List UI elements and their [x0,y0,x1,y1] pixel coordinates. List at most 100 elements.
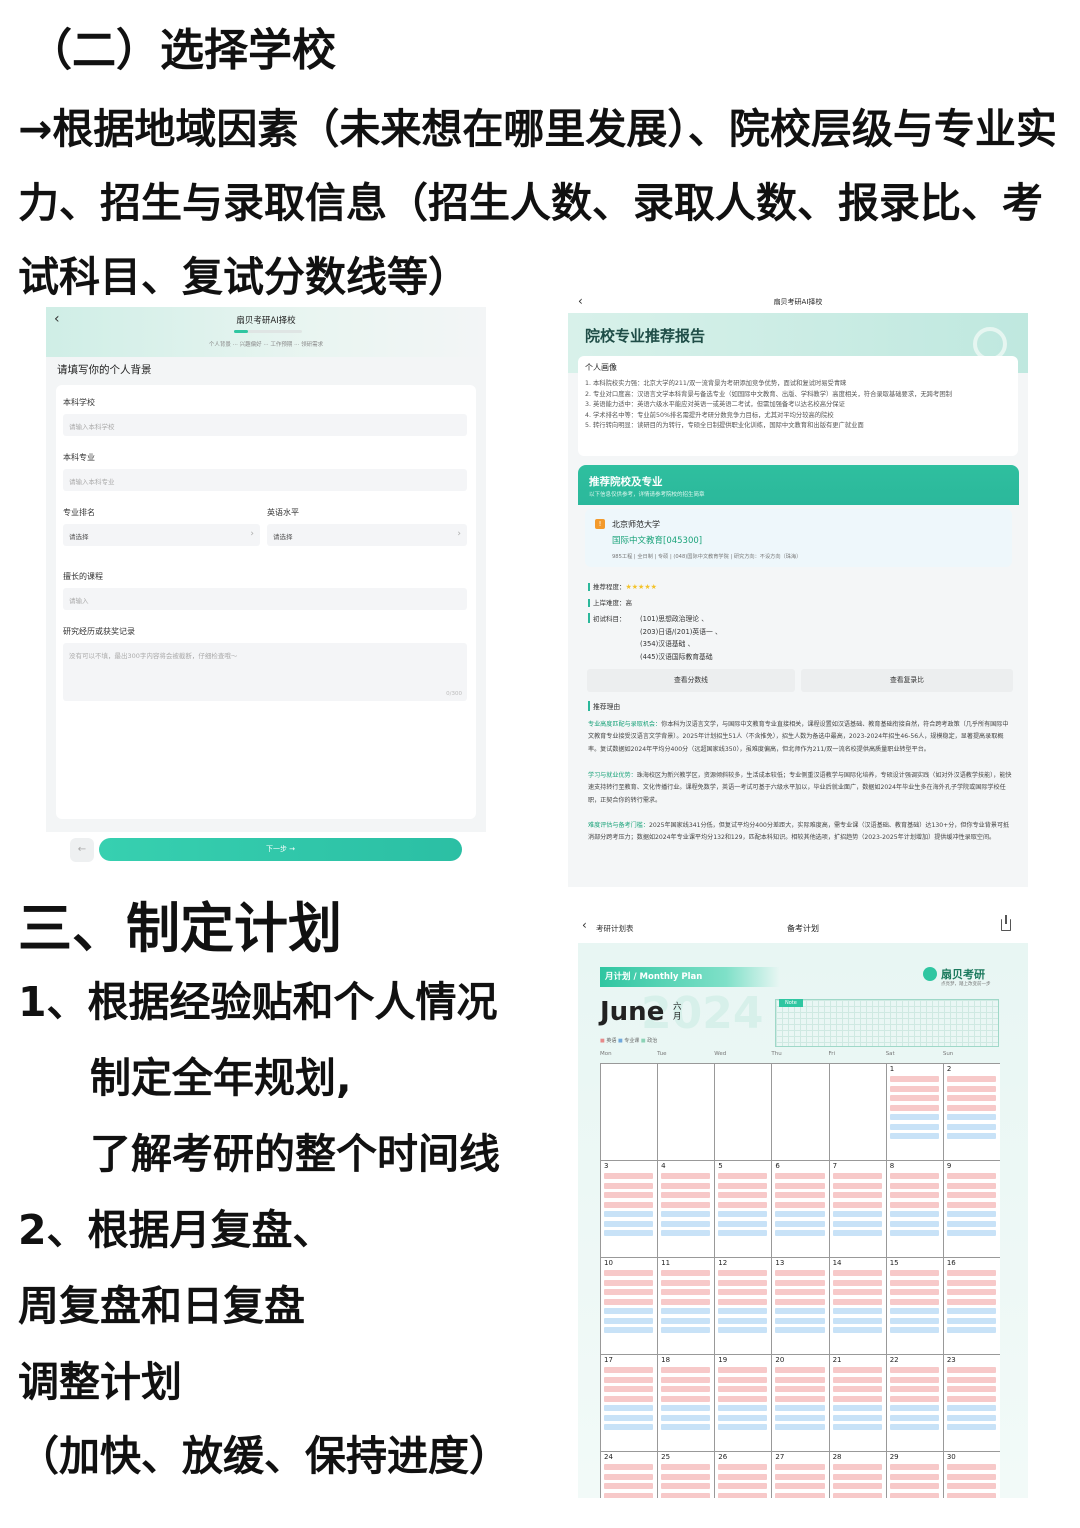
task-chip[interactable] [889,1308,939,1314]
task-chip[interactable] [946,1230,996,1236]
research-textarea[interactable]: 没有可以不填，最出300字内容将会被截断，仔细检查哦～ 0/300 [63,643,467,701]
task-chip[interactable] [718,1395,768,1402]
task-chip[interactable] [946,1095,996,1101]
view-ratio-button[interactable]: 查看复录比 [801,669,1013,692]
calendar-day-cell[interactable]: 21 [828,1354,886,1451]
task-chip[interactable] [661,1279,711,1286]
task-chip[interactable] [604,1279,654,1286]
task-chip[interactable] [718,1405,768,1411]
calendar-day-cell[interactable] [828,1063,886,1160]
task-chip[interactable] [775,1289,825,1295]
task-chip[interactable] [604,1473,654,1480]
task-chip[interactable] [889,1376,939,1383]
task-chip[interactable] [775,1414,825,1421]
task-chip[interactable] [889,1473,939,1480]
calendar-day-cell[interactable] [657,1063,715,1160]
task-chip[interactable] [889,1279,939,1286]
task-chip[interactable] [946,1298,996,1305]
task-chip[interactable] [832,1201,882,1208]
task-chip[interactable] [832,1192,882,1198]
task-chip[interactable] [718,1473,768,1480]
task-chip[interactable] [775,1230,825,1236]
task-chip[interactable] [889,1201,939,1208]
task-chip[interactable] [604,1327,654,1333]
task-chip[interactable] [775,1464,825,1470]
calendar-day-cell[interactable]: 13 [771,1257,829,1354]
share-icon[interactable] [1001,915,1011,931]
task-chip[interactable] [889,1211,939,1217]
task-chip[interactable] [661,1327,711,1333]
calendar-day-cell[interactable]: 4 [657,1160,715,1257]
task-chip[interactable] [946,1367,996,1373]
task-chip[interactable] [718,1464,768,1470]
task-chip[interactable] [946,1104,996,1111]
task-chip[interactable] [775,1173,825,1179]
task-chip[interactable] [661,1220,711,1227]
task-chip[interactable] [832,1327,882,1333]
task-chip[interactable] [775,1270,825,1276]
task-chip[interactable] [946,1376,996,1383]
calendar-day-cell[interactable]: 19 [714,1354,772,1451]
calendar-day-cell[interactable] [600,1063,658,1160]
task-chip[interactable] [832,1230,882,1236]
task-chip[interactable] [661,1317,711,1324]
calendar-day-cell[interactable]: 14 [828,1257,886,1354]
task-chip[interactable] [889,1076,939,1082]
task-chip[interactable] [889,1405,939,1411]
task-chip[interactable] [661,1308,711,1314]
task-chip[interactable] [832,1483,882,1489]
school-card[interactable]: ! 北京师范大学 国际中文教育[045300] 985工程 | 全日制 | 专硕… [585,509,1012,567]
task-chip[interactable] [946,1289,996,1295]
calendar-day-cell[interactable]: 7 [828,1160,886,1257]
task-chip[interactable] [604,1386,654,1392]
task-chip[interactable] [718,1424,768,1430]
calendar-day-cell[interactable]: 18 [657,1354,715,1451]
task-chip[interactable] [661,1405,711,1411]
task-chip[interactable] [946,1317,996,1324]
task-chip[interactable] [604,1464,654,1470]
task-chip[interactable] [604,1376,654,1383]
task-chip[interactable] [718,1220,768,1227]
task-chip[interactable] [661,1201,711,1208]
task-chip[interactable] [832,1405,882,1411]
task-chip[interactable] [775,1220,825,1227]
task-chip[interactable] [718,1230,768,1236]
task-chip[interactable] [832,1376,882,1383]
task-chip[interactable] [604,1414,654,1421]
task-chip[interactable] [775,1424,825,1430]
task-chip[interactable] [775,1473,825,1480]
task-chip[interactable] [604,1192,654,1198]
task-chip[interactable] [775,1298,825,1305]
task-chip[interactable] [775,1201,825,1208]
task-chip[interactable] [946,1483,996,1489]
task-chip[interactable] [604,1395,654,1402]
task-chip[interactable] [889,1464,939,1470]
calendar-day-cell[interactable]: 20 [771,1354,829,1451]
task-chip[interactable] [889,1424,939,1430]
task-chip[interactable] [775,1386,825,1392]
task-chip[interactable] [889,1492,939,1498]
calendar-day-cell[interactable]: 29 [885,1451,943,1498]
task-chip[interactable] [832,1308,882,1314]
task-chip[interactable] [604,1173,654,1179]
task-chip[interactable] [889,1317,939,1324]
calendar-day-cell[interactable]: 15 [885,1257,943,1354]
task-chip[interactable] [718,1192,768,1198]
task-chip[interactable] [946,1192,996,1198]
task-chip[interactable] [775,1376,825,1383]
task-chip[interactable] [946,1492,996,1498]
task-chip[interactable] [946,1173,996,1179]
task-chip[interactable] [661,1414,711,1421]
calendar-day-cell[interactable]: 11 [657,1257,715,1354]
task-chip[interactable] [604,1270,654,1276]
calendar-day-cell[interactable]: 1 [885,1063,943,1160]
task-chip[interactable] [604,1492,654,1498]
task-chip[interactable] [661,1192,711,1198]
task-chip[interactable] [661,1270,711,1276]
task-chip[interactable] [775,1192,825,1198]
task-chip[interactable] [889,1270,939,1276]
task-chip[interactable] [832,1211,882,1217]
task-chip[interactable] [946,1123,996,1130]
task-chip[interactable] [718,1270,768,1276]
task-chip[interactable] [661,1395,711,1402]
